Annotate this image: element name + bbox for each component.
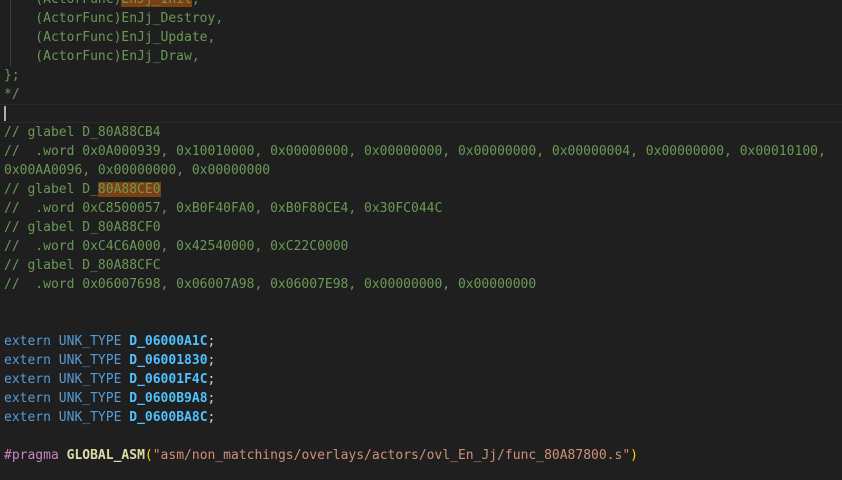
code-token: 0x00AA0096, 0x00000000, 0x00000000	[4, 163, 270, 178]
code-token: UNK_TYPE	[59, 353, 129, 368]
code-token: extern	[4, 353, 59, 368]
code-token: // .word 0x0A000939, 0x10010000, 0x00000…	[4, 144, 826, 159]
code-token: extern	[4, 391, 59, 406]
code-token: (ActorFunc)EnJj_Destroy,	[4, 11, 223, 26]
code-line[interactable]: // .word 0xC4C6A000, 0x42540000, 0xC22C0…	[4, 237, 842, 256]
code-token: (ActorFunc)EnJj_Update,	[4, 30, 215, 45]
code-token: // glabel D_	[4, 182, 98, 197]
code-line[interactable]: (ActorFunc)EnJj_Destroy,	[4, 9, 842, 28]
code-line[interactable]	[4, 294, 842, 313]
code-token: ;	[208, 334, 216, 349]
code-line[interactable]: // .word 0x0A000939, 0x10010000, 0x00000…	[4, 142, 842, 161]
code-line[interactable]: extern UNK_TYPE D_06001830;	[4, 351, 842, 370]
code-token: ;	[208, 353, 216, 368]
code-editor: (ActorFunc)EnJj_Init, (ActorFunc)EnJj_De…	[0, 0, 842, 480]
code-token: D_0600BA8C	[129, 410, 207, 425]
code-line[interactable]: // glabel D_80A88CE0	[4, 180, 842, 199]
code-line[interactable]	[4, 104, 842, 123]
code-token: D_06000A1C	[129, 334, 207, 349]
code-token: D_06001F4C	[129, 372, 207, 387]
code-token: // .word 0x06007698, 0x06007A98, 0x06007…	[4, 277, 536, 292]
code-token: UNK_TYPE	[59, 372, 129, 387]
code-token: (ActorFunc)	[4, 0, 121, 7]
code-line[interactable]: #pragma GLOBAL_ASM("asm/non_matchings/ov…	[4, 446, 842, 465]
code-token: #pragma	[4, 448, 67, 463]
code-token: ;	[208, 372, 216, 387]
code-line[interactable]: */	[4, 85, 842, 104]
code-line[interactable]: (ActorFunc)EnJj_Draw,	[4, 47, 842, 66]
code-line[interactable]: // .word 0x06007698, 0x06007A98, 0x06007…	[4, 275, 842, 294]
code-line[interactable]: // glabel D_80A88CB4	[4, 123, 842, 142]
code-token: extern	[4, 372, 59, 387]
find-match-highlight: 80A88CE0	[98, 182, 161, 197]
code-token: ;	[208, 410, 216, 425]
code-line[interactable]: // glabel D_80A88CFC	[4, 256, 842, 275]
code-token: // glabel D_80A88CFC	[4, 258, 161, 273]
code-token: UNK_TYPE	[59, 391, 129, 406]
code-line[interactable]: // .word 0xC8500057, 0xB0F40FA0, 0xB0F80…	[4, 199, 842, 218]
code-token: D_0600B9A8	[129, 391, 207, 406]
code-token: (ActorFunc)EnJj_Draw,	[4, 49, 200, 64]
code-token: extern	[4, 410, 59, 425]
code-token: // .word 0xC8500057, 0xB0F40FA0, 0xB0F80…	[4, 201, 442, 216]
code-line[interactable]: extern UNK_TYPE D_06000A1C;	[4, 332, 842, 351]
code-token: )	[630, 448, 638, 463]
code-token: UNK_TYPE	[59, 334, 129, 349]
code-token: "asm/non_matchings/overlays/actors/ovl_E…	[153, 448, 630, 463]
code-token: */	[4, 87, 20, 102]
code-token: ,	[192, 0, 200, 7]
code-token: D_06001830	[129, 353, 207, 368]
code-token: // glabel D_80A88CF0	[4, 220, 161, 235]
code-line[interactable]: };	[4, 66, 842, 85]
code-line[interactable]: extern UNK_TYPE D_0600B9A8;	[4, 389, 842, 408]
code-area[interactable]: (ActorFunc)EnJj_Init, (ActorFunc)EnJj_De…	[4, 0, 842, 465]
editor-window: { "theme": { "background": "#1f1f1f", "c…	[0, 0, 842, 480]
code-line[interactable]	[4, 427, 842, 446]
code-line[interactable]: extern UNK_TYPE D_0600BA8C;	[4, 408, 842, 427]
code-line[interactable]: // glabel D_80A88CF0	[4, 218, 842, 237]
code-token: // .word 0xC4C6A000, 0x42540000, 0xC22C0…	[4, 239, 348, 254]
find-match-highlight: EnJj_Init	[121, 0, 191, 7]
code-token: UNK_TYPE	[59, 410, 129, 425]
code-line-wrap[interactable]: 0x00AA0096, 0x00000000, 0x00000000	[4, 161, 842, 180]
code-token: // glabel D_80A88CB4	[4, 125, 161, 140]
code-line[interactable]: extern UNK_TYPE D_06001F4C;	[4, 370, 842, 389]
code-token: ;	[208, 391, 216, 406]
code-token: };	[4, 68, 20, 83]
code-token: extern	[4, 334, 59, 349]
code-token: (	[145, 448, 153, 463]
code-line[interactable]: (ActorFunc)EnJj_Update,	[4, 28, 842, 47]
code-line[interactable]	[4, 313, 842, 332]
code-line[interactable]: (ActorFunc)EnJj_Init,	[4, 0, 842, 9]
code-token: GLOBAL_ASM	[67, 448, 145, 463]
